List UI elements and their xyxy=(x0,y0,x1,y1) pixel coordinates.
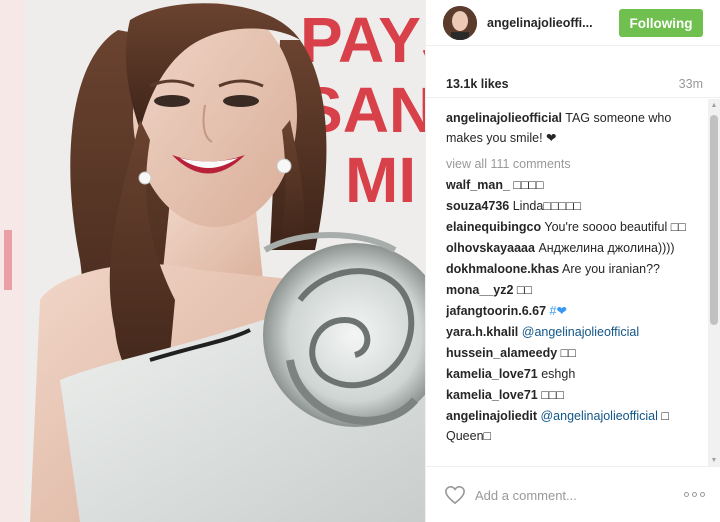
post-time[interactable]: 33m xyxy=(679,77,703,91)
add-comment-input[interactable] xyxy=(475,483,665,507)
comment-mention[interactable]: @angelinajolieofficial xyxy=(522,325,639,339)
scrollbar-thumb[interactable] xyxy=(710,115,718,325)
view-all-comments-link[interactable]: view all 111 comments xyxy=(446,154,704,174)
comment-username[interactable]: kamelia_love71 xyxy=(446,367,538,381)
comment-item: olhovskayaaaa Анджелина джолина)))) xyxy=(446,238,704,258)
comment-item: yara.h.khalil @angelinajolieofficial xyxy=(446,322,704,342)
comment-username[interactable]: angelinajoliedit xyxy=(446,409,537,423)
comment-username[interactable]: jafangtoorin.6.67 xyxy=(446,304,546,318)
comment-text: Linda□□□□□ xyxy=(512,199,582,213)
comment-text: □□ xyxy=(516,283,532,297)
post-header: angelinajolieoffi... Following xyxy=(426,0,720,46)
post-caption: angelinajolieofficial TAG someone who ma… xyxy=(446,108,704,148)
comment-text: □□ xyxy=(560,346,576,360)
avatar[interactable] xyxy=(443,6,477,40)
comment-text: □□□□ xyxy=(513,178,544,192)
comment-username[interactable]: walf_man_ xyxy=(446,178,510,192)
comment-mention[interactable]: @angelinajolieofficial xyxy=(540,409,657,423)
comment-username[interactable]: dokhmaloone.khas xyxy=(446,262,559,276)
scroll-up-arrow-icon[interactable]: ▲ xyxy=(708,99,720,111)
comment-username[interactable]: yara.h.khalil xyxy=(446,325,518,339)
comment-item: souza4736 Linda□□□□□ xyxy=(446,196,704,216)
caption-username[interactable]: angelinajolieofficial xyxy=(446,111,562,125)
scroll-down-arrow-icon[interactable]: ▼ xyxy=(708,454,720,466)
comments-scrollbar[interactable]: ▲ ▼ xyxy=(708,99,720,466)
comment-item: elainequibingco You're soooo beautiful □… xyxy=(446,217,704,237)
comment-item: kamelia_love71 □□□ xyxy=(446,385,704,405)
post-details-panel: angelinajolieoffi... Following 13.1k lik… xyxy=(425,0,720,522)
post-stats: 13.1k likes 33m xyxy=(426,68,720,98)
post-photo[interactable]: PAYS SAN MI xyxy=(0,0,425,522)
comment-text: You're soooo beautiful □□ xyxy=(544,220,686,234)
comment-text: eshgh xyxy=(541,367,576,381)
heart-outline-icon[interactable] xyxy=(444,485,466,505)
comment-item: dokhmaloone.khas Are you iranian?? xyxy=(446,259,704,279)
comment-item: walf_man_ □□□□ xyxy=(446,175,704,195)
avatar-image xyxy=(443,6,477,40)
likes-count[interactable]: 13.1k likes xyxy=(446,77,509,91)
comment-item: angelinajoliedit @angelinajolieofficial … xyxy=(446,406,704,446)
comments-list: angelinajolieofficial TAG someone who ma… xyxy=(446,108,704,466)
comment-item: kamelia_love71 eshgh xyxy=(446,364,704,384)
more-options-icon[interactable] xyxy=(684,492,705,497)
comment-username[interactable]: olhovskayaaaa xyxy=(446,241,535,255)
comment-username[interactable]: elainequibingco xyxy=(446,220,541,234)
comment-username[interactable]: hussein_alameedy xyxy=(446,346,557,360)
more-dot xyxy=(692,492,697,497)
more-dot xyxy=(700,492,705,497)
comment-item: hussein_alameedy □□ xyxy=(446,343,704,363)
comment-item: mona__yz2 □□ xyxy=(446,280,704,300)
comment-username[interactable]: kamelia_love71 xyxy=(446,388,538,402)
comment-text[interactable]: #❤ xyxy=(550,304,567,318)
more-dot xyxy=(684,492,689,497)
comment-text: □□□ xyxy=(541,388,564,402)
comment-text: Are you iranian?? xyxy=(562,262,661,276)
backdrop-text-3: MI xyxy=(345,144,416,216)
header-username[interactable]: angelinajolieoffi... xyxy=(487,16,593,30)
backdrop-text-1: PAYS xyxy=(300,4,425,76)
comment-username[interactable]: souza4736 xyxy=(446,199,509,213)
comment-item: jafangtoorin.6.67 #❤ xyxy=(446,301,704,321)
comment-username[interactable]: mona__yz2 xyxy=(446,283,513,297)
following-button[interactable]: Following xyxy=(619,9,703,37)
comment-footer xyxy=(426,466,720,522)
comment-text: Анджелина джолина)))) xyxy=(538,241,675,255)
post-image: PAYS SAN MI xyxy=(0,0,425,522)
